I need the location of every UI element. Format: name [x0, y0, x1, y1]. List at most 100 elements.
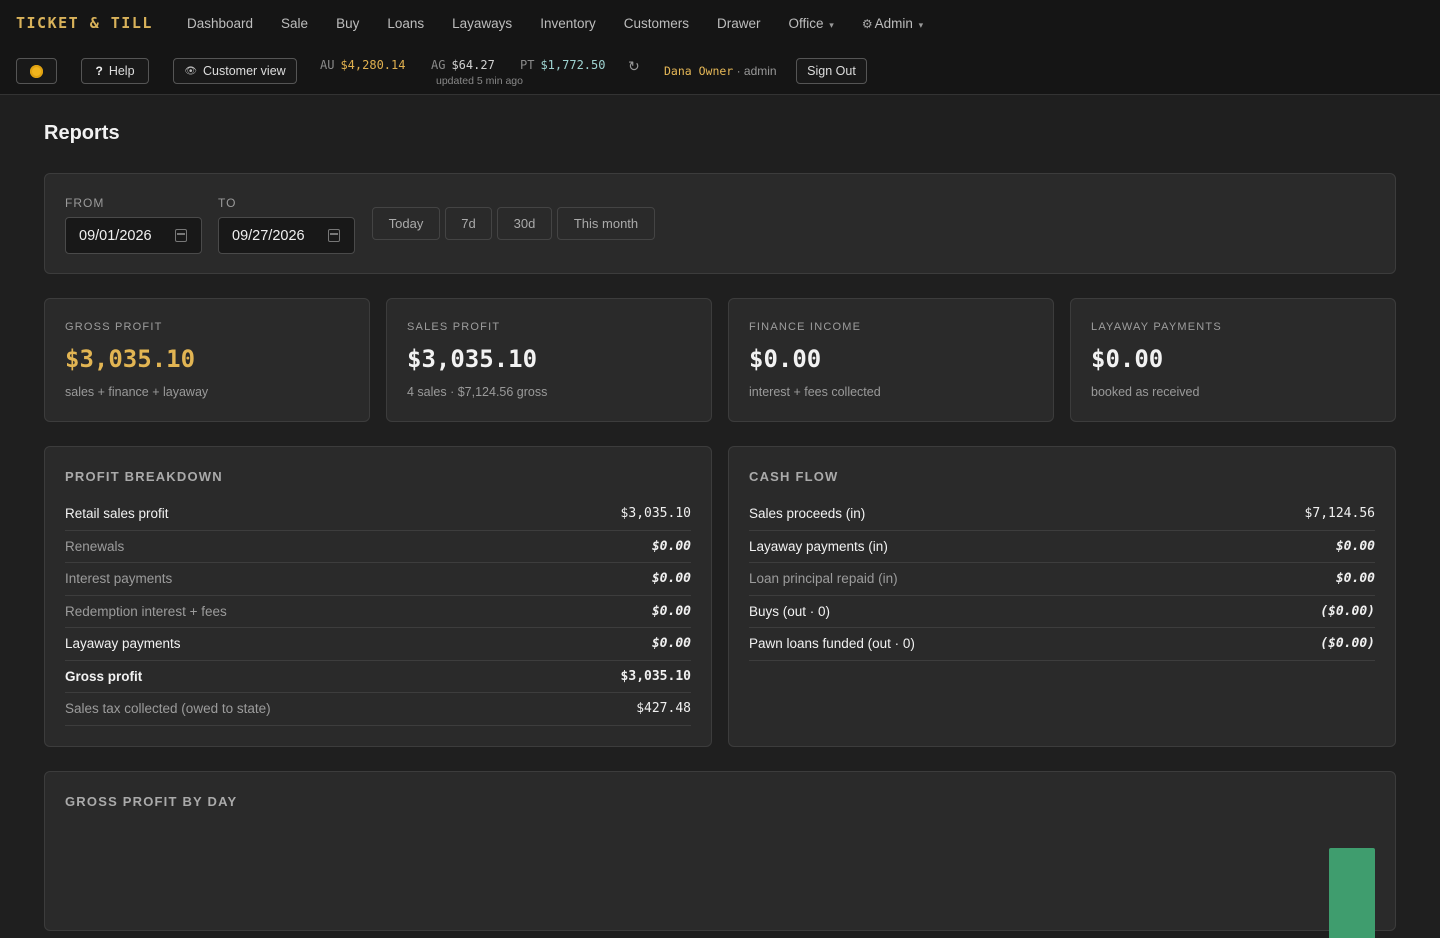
- nav-inventory[interactable]: Inventory: [526, 15, 610, 32]
- customer-view-label: Customer view: [203, 64, 286, 78]
- table-row: Buys (out · 0) ($0.00): [749, 596, 1375, 628]
- help-button[interactable]: ? Help: [81, 58, 149, 84]
- table-row: Layaway payments $0.00: [65, 628, 691, 661]
- metal-value: $64.27: [451, 58, 495, 72]
- nav-admin[interactable]: ⚙ Admin ▾: [848, 15, 937, 32]
- sign-out-button[interactable]: Sign Out: [796, 58, 867, 84]
- row-value: $0.00: [1335, 538, 1375, 554]
- table-row: Gross profit $3,035.10: [65, 661, 691, 693]
- customer-view-button[interactable]: 👁 Customer view: [173, 58, 297, 84]
- sun-icon: [30, 64, 43, 78]
- kpi-subtext: sales + finance + layaway: [65, 385, 209, 399]
- gross-profit-by-day-card: GROSS PROFIT BY DAY: [44, 771, 1396, 938]
- kpi-subtext: interest + fees collected: [749, 385, 881, 399]
- profit-breakdown-table: Retail sales profit $3,035.10 Renewals $0.…: [65, 498, 691, 726]
- date-filter-card: FROM 09/01/2026 TO 09/27/2026 Today 7d 3…: [44, 173, 1396, 274]
- metal-symbol: AU: [320, 58, 335, 72]
- row-label: Redemption interest + fees: [65, 603, 227, 619]
- calendar-icon[interactable]: [175, 229, 187, 242]
- row-label: Interest payments: [65, 571, 173, 587]
- brand-logo[interactable]: TICKET & TILL: [16, 14, 153, 32]
- row-label: Gross profit: [65, 668, 143, 684]
- nav-label: Office: [788, 16, 824, 31]
- nav-dashboard[interactable]: Dashboard: [173, 15, 267, 32]
- chart-bar[interactable]: [1329, 848, 1375, 938]
- from-date-input[interactable]: 09/01/2026: [65, 217, 202, 254]
- range-this-month-button[interactable]: This month: [557, 207, 655, 240]
- eye-icon: 👁: [184, 65, 198, 77]
- row-label: Layaway payments (in): [749, 538, 888, 554]
- kpi-value: $0.00: [1091, 345, 1164, 373]
- cash-flow-card: CASH FLOW Sales proceeds (in) $7,124.56 L…: [728, 446, 1396, 747]
- table-row: Retail sales profit $3,035.10: [65, 498, 691, 531]
- row-value: $0.00: [651, 571, 691, 587]
- calendar-icon[interactable]: [328, 229, 340, 242]
- range-today-button[interactable]: Today: [372, 207, 440, 240]
- metal-symbol: AG: [431, 58, 446, 72]
- row-label: Pawn loans funded (out · 0): [749, 636, 915, 652]
- row-label: Loan principal repaid (in): [749, 571, 898, 587]
- help-label: Help: [108, 64, 135, 78]
- to-date-input[interactable]: 09/27/2026: [218, 217, 355, 254]
- question-icon: ?: [95, 64, 103, 78]
- main-nav: Dashboard Sale Buy Loans Layaways Invent…: [173, 15, 937, 32]
- metal-symbol: PT: [520, 58, 535, 72]
- row-value: ($0.00): [1320, 603, 1375, 619]
- row-value: $0.00: [651, 636, 691, 652]
- row-label: Buys (out · 0): [749, 603, 831, 619]
- kpi-subtext: 4 sales · $7,124.56 gross: [407, 385, 548, 399]
- kpi-label: FINANCE INCOME: [749, 321, 862, 333]
- user-info: Dana Owner · admin: [664, 64, 777, 78]
- range-30d-button[interactable]: 30d: [497, 207, 552, 240]
- kpi-card-gross-profit: GROSS PROFIT $3,035.10 sales + finance +…: [44, 298, 370, 422]
- profit-breakdown-card: PROFIT BREAKDOWN Retail sales profit $3,0…: [44, 446, 712, 747]
- nav-label: Sale: [281, 16, 309, 31]
- nav-label: Loans: [387, 16, 425, 31]
- kpi-label: GROSS PROFIT: [65, 321, 163, 333]
- metal-price-pt: PT $1,772.50: [520, 58, 605, 72]
- from-date-value: 09/01/2026: [79, 227, 152, 244]
- prices-updated-text: updated 5 min ago: [436, 75, 523, 87]
- kpi-card-sales-profit: SALES PROFIT $3,035.10 4 sales · $7,124.…: [386, 298, 712, 422]
- theme-toggle-button[interactable]: [16, 58, 57, 84]
- nav-label: Drawer: [716, 16, 761, 31]
- section-title: GROSS PROFIT BY DAY: [65, 794, 238, 809]
- range-7d-button[interactable]: 7d: [445, 207, 492, 240]
- top-bar: TICKET & TILL Dashboard Sale Buy Loans L…: [0, 0, 1440, 95]
- nav-label: Dashboard: [187, 16, 254, 31]
- nav-label: Buy: [336, 16, 360, 31]
- kpi-card-finance-income: FINANCE INCOME $0.00 interest + fees col…: [728, 298, 1054, 422]
- metal-price-ag: AG $64.27: [431, 58, 495, 72]
- nav-layaways[interactable]: Layaways: [438, 15, 526, 32]
- metal-price-au: AU $4,280.14: [320, 58, 405, 72]
- nav-sale[interactable]: Sale: [267, 15, 322, 32]
- kpi-label: SALES PROFIT: [407, 321, 501, 333]
- row-value: $7,124.56: [1304, 506, 1375, 522]
- from-label: FROM: [65, 196, 105, 210]
- nav-office[interactable]: Office ▾: [775, 15, 848, 32]
- nav-customers[interactable]: Customers: [610, 15, 703, 32]
- nav-label: Admin: [874, 16, 913, 31]
- table-row: Pawn loans funded (out · 0) ($0.00): [749, 628, 1375, 661]
- toolbar: ? Help 👁 Customer view AU $4,280.14 AG $64…: [16, 58, 1440, 87]
- nav-loans[interactable]: Loans: [373, 15, 438, 32]
- row-label: Sales proceeds (in): [749, 506, 866, 522]
- nav-buy[interactable]: Buy: [322, 15, 373, 32]
- to-date-value: 09/27/2026: [232, 227, 305, 244]
- kpi-subtext: booked as received: [1091, 385, 1200, 399]
- row-value: $0.00: [651, 603, 691, 619]
- page-title: Reports: [44, 122, 120, 144]
- row-label: Layaway payments: [65, 636, 181, 652]
- row-value: $0.00: [1335, 571, 1375, 587]
- nav-drawer[interactable]: Drawer: [703, 15, 775, 32]
- refresh-icon[interactable]: ↻: [628, 58, 640, 75]
- kpi-card-layaway-payments: LAYAWAY PAYMENTS $0.00 booked as receive…: [1070, 298, 1396, 422]
- to-label: TO: [218, 196, 237, 210]
- table-row: Sales tax collected (owed to state) $427.…: [65, 693, 691, 726]
- row-label: Sales tax collected (owed to state): [65, 701, 271, 717]
- gear-icon: ⚙: [861, 17, 873, 31]
- table-row: Interest payments $0.00: [65, 563, 691, 596]
- row-value: $3,035.10: [620, 506, 691, 522]
- nav-label: Layaways: [452, 16, 513, 31]
- row-value: $0.00: [651, 538, 691, 554]
